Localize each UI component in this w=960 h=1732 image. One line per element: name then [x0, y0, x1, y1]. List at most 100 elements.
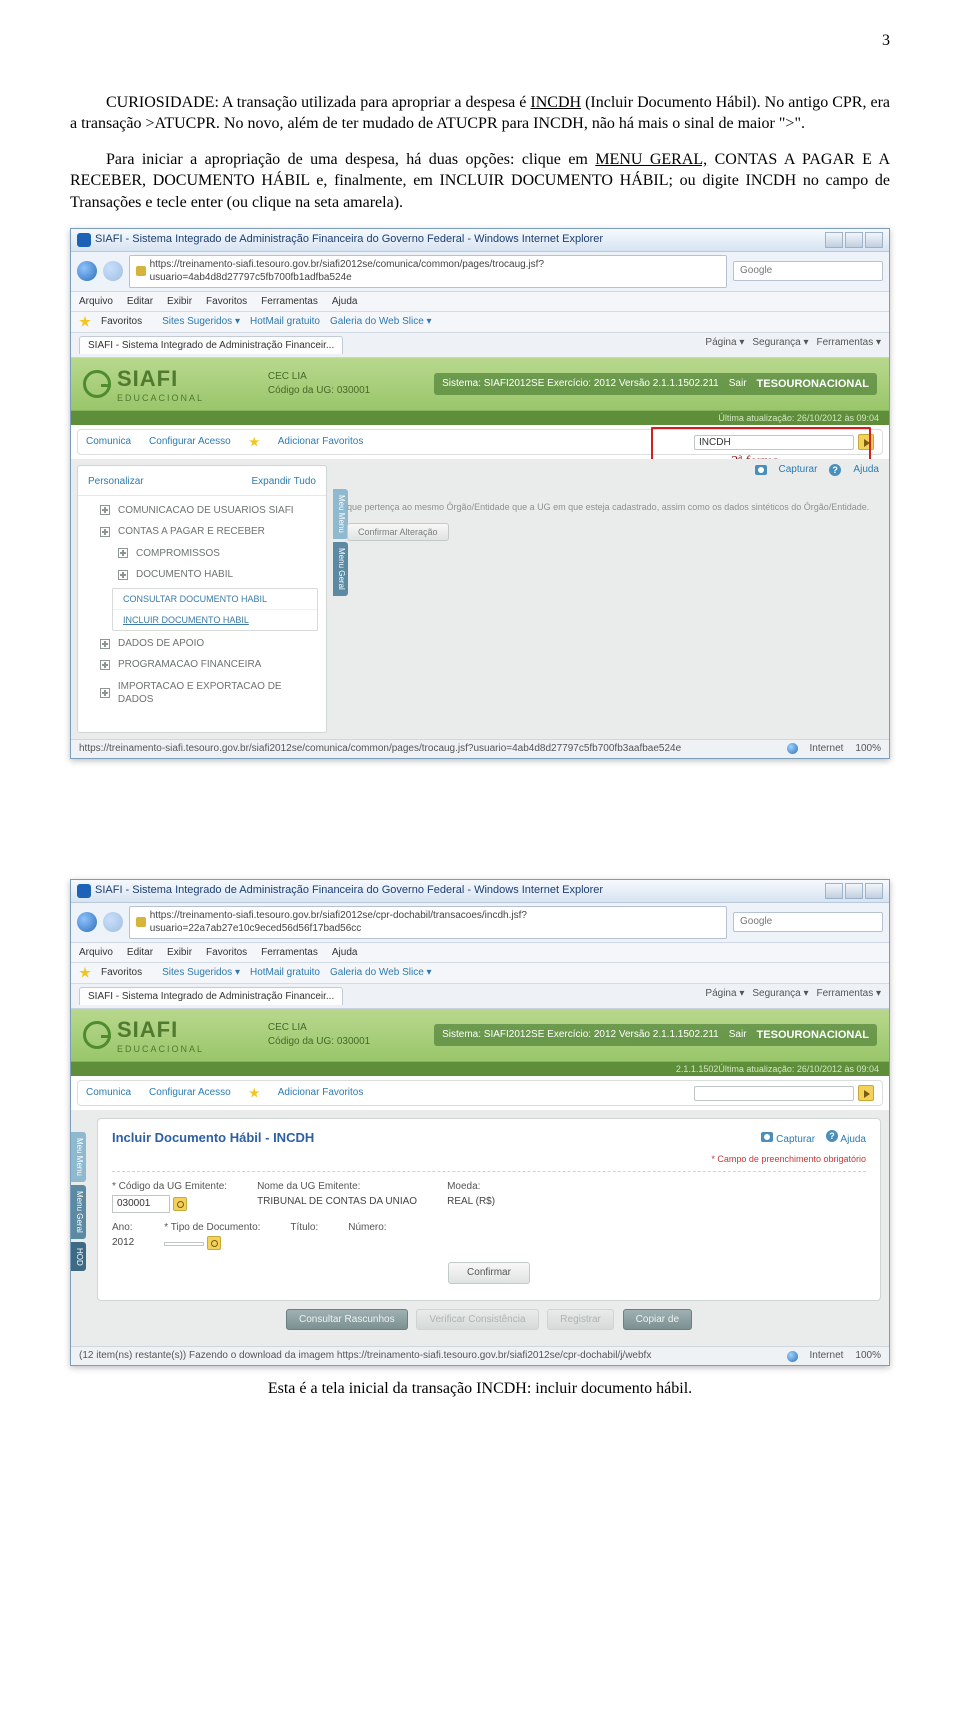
status-text: https://treinamento-siafi.tesouro.gov.br…	[79, 742, 681, 756]
sidebar-item-dados[interactable]: DADOS DE APOIO	[78, 633, 326, 655]
menu-ferramentas[interactable]: Ferramentas	[261, 946, 318, 960]
app-bar-2: Comunica Configurar Acesso Adicionar Fav…	[77, 1080, 883, 1106]
status-bar-1: https://treinamento-siafi.tesouro.gov.br…	[71, 739, 889, 758]
command-go-button[interactable]	[858, 434, 874, 450]
incdh-panel: Incluir Documento Hábil - INCDH Capturar…	[97, 1118, 881, 1301]
input-codug[interactable]: 030001	[112, 1195, 170, 1213]
fav-hotmail[interactable]: HotMail gratuito	[250, 315, 320, 329]
menu-editar[interactable]: Editar	[127, 946, 153, 960]
appbar-addfav[interactable]: Adicionar Favoritos	[278, 1086, 364, 1100]
magnify-icon[interactable]	[207, 1236, 221, 1250]
command-input-2[interactable]	[694, 1086, 854, 1101]
label-numero: Número:	[348, 1221, 386, 1235]
btn-verificar[interactable]: Verificar Consistência	[416, 1309, 538, 1331]
sidebar-item-comunicacao[interactable]: COMUNICACAO DE USUARIOS SIAFI	[78, 500, 326, 522]
confirmar-button[interactable]: Confirmar	[448, 1262, 530, 1284]
tool-pagina[interactable]: Página ▾	[705, 336, 744, 355]
window-titlebar: SIAFI - Sistema Integrado de Administraç…	[71, 229, 889, 252]
fav-sites[interactable]: Sites Sugeridos ▾	[162, 966, 240, 980]
search-field[interactable]: Google	[733, 261, 883, 281]
capture-link[interactable]: Capturar	[779, 463, 818, 477]
label-titulo: Título:	[290, 1221, 318, 1235]
btn-consultar-rascunhos[interactable]: Consultar Rascunhos	[286, 1309, 408, 1331]
minimize-button[interactable]	[825, 883, 843, 899]
col-codug: * Código da UG Emitente: 030001	[112, 1180, 227, 1213]
sair-link[interactable]: Sair	[729, 1028, 747, 1042]
siafi-brand: SIAFI	[117, 364, 204, 394]
magnify-icon[interactable]	[173, 1197, 187, 1211]
vtab-hod[interactable]: HOD	[71, 1242, 86, 1272]
confirm-wrap: Confirmar	[112, 1262, 866, 1284]
command-go-button-2[interactable]	[858, 1085, 874, 1101]
main-text: que pertença ao mesmo Órgão/Entidade que…	[347, 501, 875, 513]
tool-ferramentas[interactable]: Ferramentas ▾	[817, 336, 881, 355]
menu-arquivo[interactable]: Arquivo	[79, 295, 113, 309]
close-button[interactable]	[865, 232, 883, 248]
siafi-logo: SIAFI EDUCACIONAL	[83, 364, 204, 404]
search-field-2[interactable]: Google	[733, 912, 883, 932]
sidebar-item-documento[interactable]: DOCUMENTO HABIL	[78, 564, 326, 586]
sidebar-personalize[interactable]: Personalizar	[88, 475, 144, 489]
sidebar-item-programacao[interactable]: PROGRAMACAO FINANCEIRA	[78, 654, 326, 676]
fav-galeria[interactable]: Galeria do Web Slice ▾	[330, 315, 432, 329]
sair-link[interactable]: Sair	[729, 377, 747, 391]
favorites-label[interactable]: Favoritos	[101, 315, 142, 329]
input-tipo[interactable]	[164, 1242, 204, 1246]
tool-seguranca[interactable]: Segurança ▾	[752, 987, 808, 1006]
menu-ajuda[interactable]: Ajuda	[332, 946, 358, 960]
minimize-button[interactable]	[825, 232, 843, 248]
menu-ferramentas[interactable]: Ferramentas	[261, 295, 318, 309]
sidebar-expand[interactable]: Expandir Tudo	[252, 475, 317, 489]
command-input[interactable]	[694, 435, 854, 450]
sub-incluir[interactable]: INCLUIR DOCUMENTO HABIL	[113, 610, 317, 630]
menu-exibir[interactable]: Exibir	[167, 946, 192, 960]
sidebar-item-label: COMPROMISSOS	[136, 547, 220, 561]
forward-button[interactable]	[103, 261, 123, 281]
appbar-comunica[interactable]: Comunica	[86, 435, 131, 449]
menu-favoritos[interactable]: Favoritos	[206, 295, 247, 309]
url-field[interactable]: https://treinamento-siafi.tesouro.gov.br…	[129, 255, 727, 288]
help-link[interactable]: Ajuda	[840, 1134, 866, 1145]
appbar-config[interactable]: Configurar Acesso	[149, 1086, 231, 1100]
btn-registrar[interactable]: Registrar	[547, 1309, 614, 1331]
tool-seguranca[interactable]: Segurança ▾	[752, 336, 808, 355]
help-link[interactable]: Ajuda	[853, 463, 879, 477]
favorites-label[interactable]: Favoritos	[101, 966, 142, 980]
fav-galeria[interactable]: Galeria do Web Slice ▾	[330, 966, 432, 980]
forward-button[interactable]	[103, 912, 123, 932]
maximize-button[interactable]	[845, 232, 863, 248]
status-zoom: 100%	[855, 1349, 881, 1363]
capture-link[interactable]: Capturar	[776, 1134, 815, 1145]
menu-arquivo[interactable]: Arquivo	[79, 946, 113, 960]
menu-editar[interactable]: Editar	[127, 295, 153, 309]
close-button[interactable]	[865, 883, 883, 899]
confirmar-alteracao-button[interactable]: Confirmar Alteração	[347, 523, 449, 541]
vtab-menu-geral[interactable]: Menu Geral	[71, 1185, 86, 1239]
vtab-meu-menu[interactable]: Meu Menu	[71, 1132, 86, 1182]
sidebar-item-compromissos[interactable]: COMPROMISSOS	[78, 543, 326, 565]
menu-exibir[interactable]: Exibir	[167, 295, 192, 309]
fav-hotmail[interactable]: HotMail gratuito	[250, 966, 320, 980]
back-button[interactable]	[77, 261, 97, 281]
browser-tab-2[interactable]: SIAFI - Sistema Integrado de Administraç…	[79, 987, 343, 1006]
back-button[interactable]	[77, 912, 97, 932]
sidebar-item-contas[interactable]: CONTAS A PAGAR E RECEBER	[78, 521, 326, 543]
maximize-button[interactable]	[845, 883, 863, 899]
globe-icon	[787, 1351, 798, 1362]
tool-ferramentas[interactable]: Ferramentas ▾	[817, 987, 881, 1006]
appbar-comunica[interactable]: Comunica	[86, 1086, 131, 1100]
appbar-config[interactable]: Configurar Acesso	[149, 435, 231, 449]
appbar-addfav[interactable]: Adicionar Favoritos	[278, 435, 364, 449]
fav-sites[interactable]: Sites Sugeridos ▾	[162, 315, 240, 329]
sidebar-item-importacao[interactable]: IMPORTACAO E EXPORTACAO DE DADOS	[78, 676, 326, 711]
appbar-star-icon	[249, 1088, 260, 1099]
browser-tab[interactable]: SIAFI - Sistema Integrado de Administraç…	[79, 336, 343, 355]
tool-pagina[interactable]: Página ▾	[705, 987, 744, 1006]
paragraph-instructions: Para iniciar a apropriação de uma despes…	[70, 149, 890, 214]
btn-copiar[interactable]: Copiar de	[623, 1309, 692, 1331]
menu-favoritos[interactable]: Favoritos	[206, 946, 247, 960]
green-strip: Última atualização: 26/10/2012 às 09:04	[71, 411, 889, 425]
url-field-2[interactable]: https://treinamento-siafi.tesouro.gov.br…	[129, 906, 727, 939]
sub-consultar[interactable]: CONSULTAR DOCUMENTO HABIL	[113, 589, 317, 610]
menu-ajuda[interactable]: Ajuda	[332, 295, 358, 309]
